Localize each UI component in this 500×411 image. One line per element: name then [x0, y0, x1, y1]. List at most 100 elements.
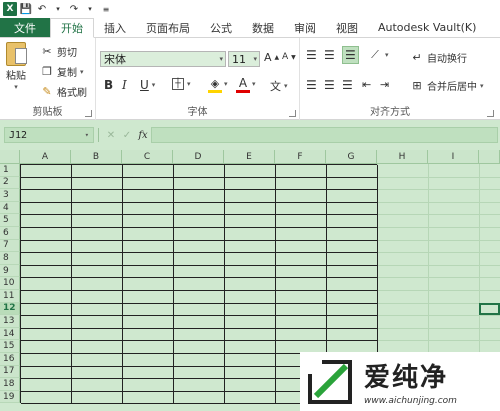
align-left-button[interactable]: ☰: [306, 78, 317, 92]
column-header-f[interactable]: F: [275, 150, 326, 164]
column-header-b[interactable]: B: [71, 150, 122, 164]
tab-page-layout[interactable]: 页面布局: [136, 18, 200, 37]
tab-view[interactable]: 视图: [326, 18, 368, 37]
phonetic-button[interactable]: 文 ▾: [270, 78, 288, 94]
grow-font-button[interactable]: A ▲: [264, 51, 279, 64]
dialog-launcher-icon[interactable]: [85, 110, 92, 117]
cell-border: [275, 165, 276, 404]
active-cell[interactable]: [479, 302, 500, 316]
dropdown-caret-icon: ▾: [480, 81, 484, 90]
column-header-filler: [479, 150, 500, 164]
dropdown-caret-icon: ▾: [151, 81, 156, 89]
middle-align-button[interactable]: ☰: [324, 48, 335, 62]
column-header-c[interactable]: C: [122, 150, 173, 164]
watermark-title: 爱纯净: [364, 363, 449, 393]
paint-bucket-icon: ◈: [210, 76, 220, 90]
select-all-corner[interactable]: [0, 150, 20, 164]
row-header-10[interactable]: 10: [0, 277, 20, 290]
cut-button[interactable]: ✂ 剪切: [40, 44, 77, 59]
format-painter-button[interactable]: ✎ 格式刷: [40, 84, 87, 99]
tab-home[interactable]: 开始: [50, 18, 94, 38]
row-header-13[interactable]: 13: [0, 315, 20, 328]
row-header-2[interactable]: 2: [0, 176, 20, 190]
bottom-align-button[interactable]: ☰: [342, 46, 359, 64]
row-header-8[interactable]: 8: [0, 252, 20, 265]
font-name-combo[interactable]: 宋体 ▾: [100, 51, 226, 67]
row-header-14[interactable]: 14: [0, 327, 20, 341]
row-header-11[interactable]: 11: [0, 290, 20, 303]
dropdown-caret-icon[interactable]: ▾: [51, 2, 65, 16]
redo-icon[interactable]: ↷: [67, 2, 81, 16]
borders-icon: ┼: [172, 78, 184, 90]
italic-button[interactable]: I: [122, 78, 127, 92]
row-header-15[interactable]: 15: [0, 340, 20, 353]
wrap-text-button[interactable]: ↵ 自动换行: [410, 50, 467, 65]
font-color-label: A: [238, 76, 248, 90]
undo-icon[interactable]: ↶: [35, 2, 49, 16]
paste-button[interactable]: 粘贴 ▾: [6, 42, 27, 91]
column-header-g[interactable]: G: [326, 150, 377, 164]
column-header-i[interactable]: I: [428, 150, 479, 164]
merge-center-button[interactable]: ⊞ 合并后居中 ▾: [410, 78, 484, 93]
dialog-launcher-icon[interactable]: [487, 110, 494, 117]
cell-border: [224, 165, 225, 404]
row-header-6[interactable]: 6: [0, 227, 20, 240]
row-header-19[interactable]: 19: [0, 390, 20, 404]
dialog-launcher-icon[interactable]: [289, 110, 296, 117]
font-color-button[interactable]: A: [236, 76, 250, 93]
shrink-font-button[interactable]: A ▼: [282, 52, 296, 62]
row-header-4[interactable]: 4: [0, 201, 20, 215]
alignment-group-label: 对齐方式: [370, 107, 410, 118]
tab-file[interactable]: 文件: [0, 18, 50, 37]
tab-review[interactable]: 审阅: [284, 18, 326, 37]
decrease-indent-button[interactable]: ⇤: [362, 78, 371, 91]
tab-data[interactable]: 数据: [242, 18, 284, 37]
tab-autodesk-vault[interactable]: Autodesk Vault(K): [368, 18, 486, 37]
insert-function-icon[interactable]: fx: [135, 130, 151, 141]
cell-border: [21, 302, 377, 304]
row-header-17[interactable]: 17: [0, 365, 20, 379]
row-header-18[interactable]: 18: [0, 378, 20, 391]
customize-toolbar-icon[interactable]: ≡: [99, 2, 113, 16]
formula-input[interactable]: [151, 127, 498, 143]
save-icon[interactable]: 💾: [19, 2, 33, 16]
column-header-h[interactable]: H: [377, 150, 428, 164]
enter-icon[interactable]: ✓: [119, 130, 135, 141]
merge-cells-icon: ⊞: [412, 79, 422, 92]
increase-indent-button[interactable]: ⇥: [380, 78, 389, 91]
dropdown-caret-icon[interactable]: ▾: [83, 2, 97, 16]
underline-button[interactable]: U ▾: [140, 78, 155, 92]
tab-formulas[interactable]: 公式: [200, 18, 242, 37]
cell-border: [122, 165, 123, 404]
name-box[interactable]: J12 ▾: [4, 127, 94, 143]
dropdown-caret-icon: ▾: [253, 55, 257, 63]
row-header-7[interactable]: 7: [0, 239, 20, 253]
column-header-a[interactable]: A: [20, 150, 71, 164]
fill-color-button[interactable]: ◈: [208, 76, 222, 93]
ribbon: 粘贴 ▾ ✂ 剪切 ❐ 复制 ▾ ✎ 格式刷 剪贴板 宋体 ▾ 11 ▾ A ▲ …: [0, 38, 500, 120]
font-size-combo[interactable]: 11 ▾: [228, 51, 260, 67]
column-header-e[interactable]: E: [224, 150, 275, 164]
wrap-text-label: 自动换行: [427, 54, 467, 65]
orientation-button[interactable]: ⟋ ▾: [368, 48, 388, 62]
row-header-16[interactable]: 16: [0, 353, 20, 366]
column-header-d[interactable]: D: [173, 150, 224, 164]
row-header-9[interactable]: 9: [0, 264, 20, 278]
cancel-icon[interactable]: ✕: [103, 130, 119, 141]
dropdown-caret-icon[interactable]: ▾: [252, 80, 256, 88]
tab-insert[interactable]: 插入: [94, 18, 136, 37]
row-header-5[interactable]: 5: [0, 214, 20, 227]
top-align-button[interactable]: ☰: [306, 48, 317, 62]
cut-label: 剪切: [57, 48, 77, 59]
copy-button[interactable]: ❐ 复制 ▾: [40, 64, 83, 79]
row-header-3[interactable]: 3: [0, 189, 20, 202]
dropdown-caret-icon[interactable]: ▾: [224, 80, 228, 88]
align-center-button[interactable]: ☰: [324, 78, 335, 92]
bold-button[interactable]: B: [104, 78, 113, 92]
row-header-12[interactable]: 12: [0, 302, 20, 316]
row-header-1[interactable]: 1: [0, 164, 20, 177]
align-right-button[interactable]: ☰: [342, 78, 353, 92]
borders-button[interactable]: ┼ ▾: [172, 78, 191, 90]
watermark: 爱纯净 www.aichunjing.com: [300, 352, 500, 411]
cell-border: [21, 264, 377, 266]
